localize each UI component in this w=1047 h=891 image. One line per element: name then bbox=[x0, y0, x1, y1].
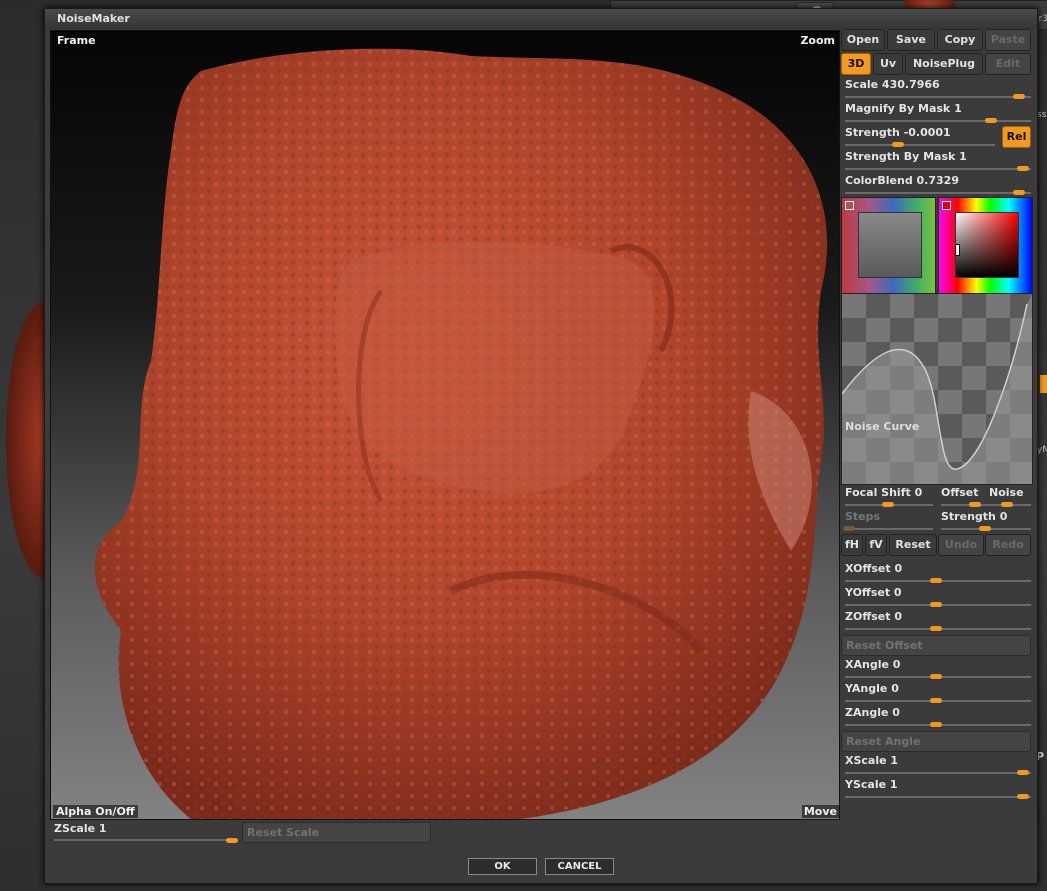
strength-mask-slider-handle[interactable] bbox=[1017, 166, 1029, 171]
background-label: yN bbox=[1037, 445, 1047, 455]
noisemaker-dialog: NoiseMaker Frame Zoom Alpha On/Off Move … bbox=[44, 8, 1038, 884]
magnify-slider-track[interactable] bbox=[845, 120, 1031, 122]
reset-offset-button[interactable]: Reset Offset bbox=[841, 635, 1031, 656]
xscale-slider-handle[interactable] bbox=[1017, 770, 1029, 775]
offset-slider-track[interactable] bbox=[941, 504, 1031, 506]
background-label: ss bbox=[1037, 110, 1047, 120]
background-model bbox=[0, 280, 44, 600]
color-gradient-square[interactable] bbox=[955, 212, 1019, 278]
3d-mode-button[interactable]: 3D bbox=[841, 53, 871, 75]
xangle-slider-handle[interactable] bbox=[930, 674, 942, 679]
colorblend-slider-track[interactable] bbox=[845, 192, 1031, 194]
flip-vertical-button[interactable]: fV bbox=[865, 534, 887, 556]
flip-horizontal-button[interactable]: fH bbox=[841, 534, 863, 556]
main-color-picker[interactable] bbox=[938, 197, 1033, 295]
reset-scale-button[interactable]: Reset Scale bbox=[242, 822, 431, 843]
strength-slider-track[interactable] bbox=[845, 144, 995, 146]
zscale-slider-track[interactable] bbox=[54, 839, 238, 841]
color-cursor[interactable] bbox=[955, 244, 960, 256]
curve-strength-label: Strength 0 bbox=[941, 510, 1008, 523]
noise-model-preview bbox=[94, 48, 828, 819]
undo-button[interactable]: Undo bbox=[938, 534, 984, 556]
edit-button[interactable]: Edit bbox=[985, 53, 1031, 75]
noiseplug-button[interactable]: NoisePlug bbox=[905, 53, 983, 75]
rel-toggle-button[interactable]: Rel bbox=[1002, 126, 1031, 148]
redo-button[interactable]: Redo bbox=[985, 534, 1031, 556]
xoffset-label: XOffset 0 bbox=[845, 562, 903, 575]
zoffset-slider-handle[interactable] bbox=[930, 626, 942, 631]
zoom-button[interactable]: Zoom bbox=[800, 34, 835, 47]
colorblend-label: ColorBlend 0.7329 bbox=[845, 174, 959, 187]
open-button[interactable]: Open bbox=[841, 29, 885, 51]
background-accent-tab[interactable] bbox=[1040, 375, 1047, 393]
strength-mask-slider-track[interactable] bbox=[845, 168, 1031, 170]
steps-label: Steps bbox=[845, 510, 881, 523]
secondary-color-picker[interactable] bbox=[841, 197, 936, 295]
zoffset-label: ZOffset 0 bbox=[845, 610, 902, 623]
cancel-button[interactable]: CANCEL bbox=[545, 858, 614, 875]
scale-slider-handle[interactable] bbox=[1013, 94, 1025, 99]
zangle-slider-handle[interactable] bbox=[930, 722, 942, 727]
strength-label: Strength -0.0001 bbox=[845, 126, 951, 139]
xscale-slider-track[interactable] bbox=[845, 772, 1031, 774]
color-swatch[interactable] bbox=[858, 212, 922, 278]
strength-by-mask-label: Strength By Mask 1 bbox=[845, 150, 967, 163]
noise-curve-graph bbox=[842, 294, 1032, 484]
ok-button[interactable]: OK bbox=[468, 858, 537, 875]
zscale-label: ZScale 1 bbox=[54, 822, 107, 835]
offset-slider-handle[interactable] bbox=[969, 502, 981, 507]
yangle-slider-handle[interactable] bbox=[930, 698, 942, 703]
noise-curve-editor[interactable]: Noise Curve bbox=[841, 293, 1033, 485]
yscale-slider-handle[interactable] bbox=[1017, 794, 1029, 799]
noise-curve-label: Noise Curve bbox=[845, 420, 920, 433]
xangle-label: XAngle 0 bbox=[845, 658, 901, 671]
offset-label: Offset bbox=[941, 486, 979, 499]
move-button[interactable]: Move bbox=[801, 805, 839, 818]
steps-slider-track[interactable] bbox=[845, 528, 933, 530]
frame-button[interactable]: Frame bbox=[57, 34, 96, 47]
dialog-title: NoiseMaker bbox=[57, 12, 130, 25]
strength-slider-handle[interactable] bbox=[892, 142, 904, 147]
magnify-by-mask-label: Magnify By Mask 1 bbox=[845, 102, 962, 115]
yscale-label: YScale 1 bbox=[845, 778, 898, 791]
yoffset-label: YOffset 0 bbox=[845, 586, 902, 599]
zscale-slider-handle[interactable] bbox=[226, 838, 238, 843]
noise-label: Noise bbox=[989, 486, 1024, 499]
focal-shift-slider-handle[interactable] bbox=[882, 502, 894, 507]
colorblend-slider-handle[interactable] bbox=[1013, 190, 1025, 195]
title-bar[interactable]: NoiseMaker bbox=[45, 9, 1037, 29]
yscale-slider-track[interactable] bbox=[845, 796, 1031, 798]
focal-shift-label: Focal Shift 0 bbox=[845, 486, 923, 499]
color-marker[interactable] bbox=[942, 201, 951, 210]
magnify-slider-handle[interactable] bbox=[985, 118, 997, 123]
paste-button[interactable]: Paste bbox=[985, 29, 1031, 51]
xoffset-slider-handle[interactable] bbox=[930, 578, 942, 583]
reset-angle-button[interactable]: Reset Angle bbox=[841, 731, 1031, 752]
color-marker[interactable] bbox=[845, 201, 854, 210]
noise-slider-handle[interactable] bbox=[1001, 502, 1013, 507]
curve-strength-slider-handle[interactable] bbox=[979, 526, 991, 531]
save-button[interactable]: Save bbox=[887, 29, 935, 51]
alpha-toggle-button[interactable]: Alpha On/Off bbox=[53, 805, 138, 818]
uv-mode-button[interactable]: Uv bbox=[873, 53, 903, 75]
preview-viewport[interactable]: Frame Zoom Alpha On/Off Move bbox=[50, 30, 840, 820]
steps-slider-handle[interactable] bbox=[843, 526, 855, 531]
yangle-label: YAngle 0 bbox=[845, 682, 899, 695]
zangle-label: ZAngle 0 bbox=[845, 706, 900, 719]
copy-button[interactable]: Copy bbox=[937, 29, 983, 51]
scale-label: Scale 430.7966 bbox=[845, 78, 940, 91]
xscale-label: XScale 1 bbox=[845, 754, 899, 767]
curve-reset-button[interactable]: Reset bbox=[889, 534, 937, 556]
scale-slider-track[interactable] bbox=[845, 96, 1031, 98]
yoffset-slider-handle[interactable] bbox=[930, 602, 942, 607]
